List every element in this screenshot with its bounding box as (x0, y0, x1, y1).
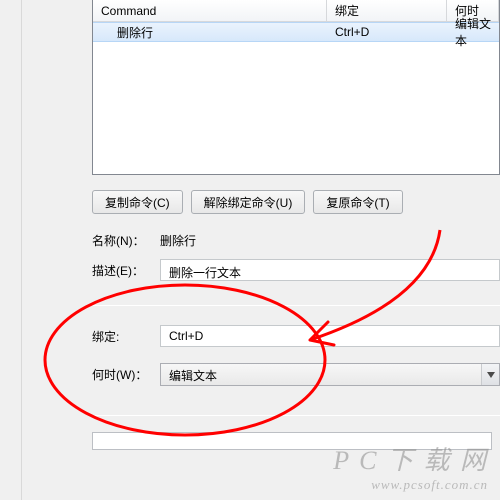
command-info: 名称(N)： 删除行 描述(E)： 删除一行文本 (92, 232, 500, 291)
table-body: 删除行 Ctrl+D 编辑文本 (93, 22, 499, 174)
separator-2 (92, 415, 500, 416)
restore-command-button[interactable]: 复原命令(T) (313, 190, 402, 214)
copy-command-button[interactable]: 复制命令(C) (92, 190, 183, 214)
description-label: 描述(E)： (92, 262, 160, 279)
description-field[interactable]: 删除一行文本 (160, 259, 500, 281)
left-panel-gap (0, 0, 22, 500)
table-row[interactable]: 删除行 Ctrl+D 编辑文本 (93, 22, 499, 42)
table-header: Command 绑定 何时 (93, 0, 499, 22)
binding-input[interactable] (160, 325, 500, 347)
unbind-command-button[interactable]: 解除绑定命令(U) (191, 190, 306, 214)
cell-binding: Ctrl+D (327, 25, 447, 39)
when-dropdown[interactable]: 编辑文本 (160, 363, 500, 386)
when-dropdown-value: 编辑文本 (161, 364, 481, 385)
binding-label: 绑定: (92, 328, 160, 345)
cell-when: 编辑文本 (447, 15, 499, 49)
bottom-bar (92, 432, 492, 450)
col-binding[interactable]: 绑定 (327, 0, 447, 21)
name-value: 删除行 (160, 232, 196, 249)
chevron-down-icon[interactable] (481, 364, 499, 385)
name-label: 名称(N)： (92, 232, 160, 249)
separator (92, 305, 500, 306)
command-table[interactable]: Command 绑定 何时 删除行 Ctrl+D 编辑文本 (92, 0, 500, 175)
cell-command: 删除行 (93, 24, 327, 41)
button-row: 复制命令(C) 解除绑定命令(U) 复原命令(T) (92, 190, 403, 214)
when-label: 何时(W)： (92, 366, 160, 383)
binding-area: 绑定: 何时(W)： 编辑文本 (92, 325, 500, 402)
col-command[interactable]: Command (93, 0, 327, 21)
keybinding-dialog: Command 绑定 何时 删除行 Ctrl+D 编辑文本 复制命令(C) 解除… (22, 0, 500, 500)
